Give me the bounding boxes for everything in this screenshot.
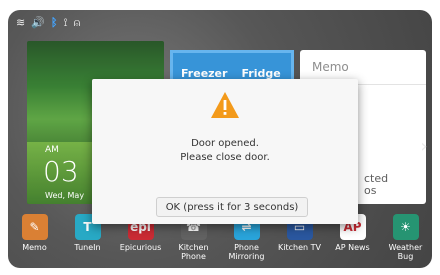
home-screen: ≋ 🔊 ᛒ ⟟ ⍝ AM 03 Wed, May Freezer Fridge … <box>8 10 432 268</box>
app-label: Epicurious <box>119 243 162 252</box>
dialog-message: Door opened. <box>191 138 259 149</box>
warning-icon <box>211 92 239 118</box>
door-alert-dialog: Door opened. Please close door. OK (pres… <box>92 79 358 224</box>
app-memo[interactable]: ✎ Memo <box>11 210 59 252</box>
memo-widget-title: Memo <box>312 60 349 74</box>
alarm-icon: ⍝ <box>73 15 81 29</box>
volume-icon: 🔊 <box>31 15 45 29</box>
device-frame: ≋ 🔊 ᛒ ⟟ ⍝ AM 03 Wed, May Freezer Fridge … <box>0 0 440 275</box>
weather-bug-icon: ☀ <box>392 214 419 240</box>
memo-widget-text: os <box>364 184 377 197</box>
app-label: AP News <box>335 243 370 252</box>
clock-ampm: AM <box>45 145 59 155</box>
app-label: Kitchen Phone <box>178 243 209 261</box>
ok-button[interactable]: OK (press it for 3 seconds) <box>156 197 308 217</box>
memo-icon: ✎ <box>21 214 48 240</box>
app-label: Weather Bug <box>388 243 423 261</box>
clock-date: Wed, May <box>45 191 85 200</box>
app-label: Memo <box>22 243 47 252</box>
link-icon: ⟟ <box>63 15 68 29</box>
app-weather-bug[interactable]: ☀ Weather Bug <box>382 210 430 261</box>
app-label: TuneIn <box>74 243 101 252</box>
dialog-message: Please close door. <box>180 152 270 163</box>
app-label: Kitchen TV <box>278 243 321 252</box>
app-label: Phone Mirroring <box>228 243 265 261</box>
status-bar: ≋ 🔊 ᛒ ⟟ ⍝ <box>8 10 432 34</box>
wifi-icon: ≋ <box>16 15 26 29</box>
bluetooth-icon: ᛒ <box>50 15 58 29</box>
clock-time: 03 <box>43 155 79 188</box>
chevron-right-icon[interactable]: › <box>416 138 432 158</box>
